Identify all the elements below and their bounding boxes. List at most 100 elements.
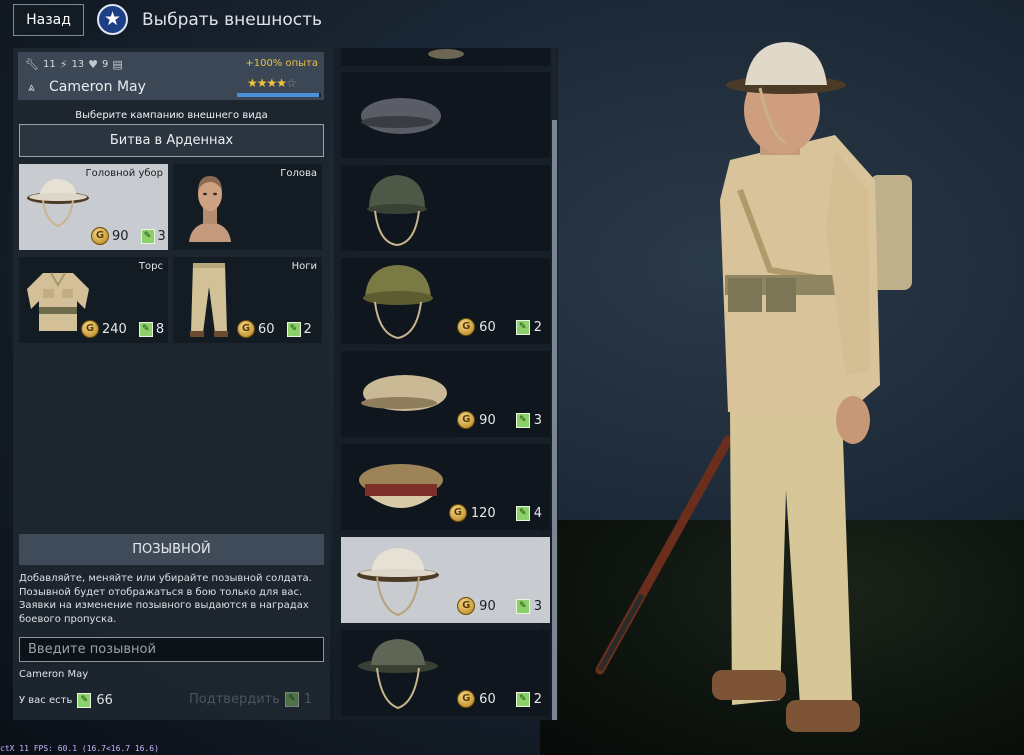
fps-counter: ctX 11 FPS: 60.1 (16.7<16.7 16.6) bbox=[0, 744, 159, 753]
ticket-icon: ✎ bbox=[515, 319, 530, 335]
star-icon: ★ bbox=[247, 76, 258, 90]
gold-price: 90 bbox=[479, 412, 496, 428]
ticket-icon: ✎ bbox=[138, 321, 153, 337]
ticket-price: 3 bbox=[533, 598, 542, 614]
slot-torso[interactable]: Торс G 240 ✎ 8 bbox=[19, 257, 168, 343]
balance-value: 66 bbox=[96, 693, 113, 708]
exp-bonus: +100% опыта bbox=[245, 58, 318, 69]
headgear-list: G 60 ✎ 2 G 90 ✎ 3 G 120 ✎ 4 G 90 ✎ 3 G 6… bbox=[334, 48, 558, 720]
list-item[interactable]: G 90 ✎ 3 bbox=[341, 537, 550, 623]
ticket-icon: ✎ bbox=[140, 228, 155, 244]
gold-coin-icon: G bbox=[448, 504, 467, 522]
callsign-header: ПОЗЫВНОЙ bbox=[19, 534, 324, 565]
gold-coin-icon: G bbox=[457, 690, 476, 708]
soldier-card[interactable]: 🔧︎ 11 ⚡︎ 13 ♥ 9 ▤ +100% опыта ⩓ Cameron … bbox=[18, 52, 324, 100]
ticket-price: 4 bbox=[533, 505, 542, 521]
ticket-icon: ✎ bbox=[515, 598, 530, 614]
head-icon bbox=[189, 176, 231, 242]
peaked-cap-icon bbox=[359, 464, 443, 508]
item-price: G 60 ✎ 2 bbox=[457, 690, 542, 708]
gold-coin-icon: G bbox=[237, 320, 255, 338]
star-icon: ★ bbox=[276, 76, 287, 90]
gold-coin-icon: G bbox=[457, 318, 476, 336]
ticket-price: 2 bbox=[303, 321, 312, 337]
list-item[interactable] bbox=[341, 48, 550, 66]
gold-price: 60 bbox=[479, 691, 496, 707]
balance-label: У вас есть bbox=[19, 695, 73, 706]
confirm-label: Подтвердить bbox=[189, 692, 280, 707]
gold-price: 240 bbox=[102, 321, 127, 337]
slot-label: Головной убор bbox=[85, 168, 163, 179]
beret-icon bbox=[361, 375, 447, 411]
gold-coin-icon: G bbox=[81, 320, 99, 338]
slot-price: G 240 ✎ 8 bbox=[81, 320, 164, 338]
wrench-icon: 🔧︎ bbox=[25, 58, 39, 71]
rating-progress-bar bbox=[237, 93, 321, 97]
list-item[interactable]: G 120 ✎ 4 bbox=[341, 444, 550, 530]
ticket-price: 8 bbox=[155, 321, 165, 337]
helmet-icon bbox=[357, 548, 439, 617]
list-item[interactable] bbox=[341, 165, 550, 251]
slot-headgear[interactable]: Головной убор G 90 ✎ 3 bbox=[19, 164, 168, 250]
ticket-icon: ✎ bbox=[77, 693, 92, 708]
slot-price: G 60 ✎ 2 bbox=[237, 320, 312, 338]
star-icon: ★ bbox=[266, 76, 278, 90]
stat-value: 9 bbox=[102, 59, 109, 70]
list-item[interactable]: G 90 ✎ 3 bbox=[341, 351, 550, 437]
gold-coin-icon: G bbox=[457, 411, 476, 429]
gold-price: 90 bbox=[479, 598, 496, 614]
item-price: G 120 ✎ 4 bbox=[448, 504, 542, 522]
ticket-price: 2 bbox=[533, 691, 542, 707]
scrollbar-thumb[interactable] bbox=[552, 120, 557, 720]
gold-coin-icon: G bbox=[457, 597, 476, 615]
page-title: Выбрать внешность bbox=[142, 10, 323, 30]
item-price: G 60 ✎ 2 bbox=[457, 318, 542, 336]
confirm-cost: 1 bbox=[303, 692, 313, 707]
slot-price: G 90 ✎ 3 bbox=[91, 227, 166, 245]
helmet-icon bbox=[27, 179, 89, 228]
item-price: G 90 ✎ 3 bbox=[457, 597, 542, 615]
list-item[interactable]: G 60 ✎ 2 bbox=[341, 630, 550, 716]
ticket-icon: ✎ bbox=[286, 321, 301, 337]
current-callsign: Cameron May bbox=[19, 669, 89, 680]
helmet-icon bbox=[363, 265, 433, 340]
callsign-input[interactable] bbox=[19, 637, 324, 662]
slot-legs[interactable]: Ноги G 60 ✎ 2 bbox=[173, 257, 322, 343]
ticket-icon: ✎ bbox=[515, 691, 530, 707]
helmet-icon bbox=[428, 49, 464, 59]
appearance-panel: 🔧︎ 11 ⚡︎ 13 ♥ 9 ▤ +100% опыта ⩓ Cameron … bbox=[13, 48, 330, 720]
soldier-stats: 🔧︎ 11 ⚡︎ 13 ♥ 9 ▤ bbox=[25, 58, 123, 71]
list-item[interactable] bbox=[341, 72, 550, 158]
slot-label: Голова bbox=[280, 168, 317, 179]
helmet-icon bbox=[367, 175, 427, 247]
trousers-icon bbox=[190, 263, 228, 337]
item-price: G 90 ✎ 3 bbox=[457, 411, 542, 429]
confirm-callsign-button[interactable]: Подтвердить ✎ 1 bbox=[189, 692, 312, 707]
ticket-icon: ✎ bbox=[515, 505, 530, 521]
list-scrollbar[interactable] bbox=[552, 48, 557, 720]
gold-price: 90 bbox=[112, 228, 129, 244]
rank-chevron-icon: ⩓ bbox=[28, 80, 35, 94]
ammo-icon: ▤ bbox=[112, 58, 123, 71]
ticket-icon: ✎ bbox=[515, 412, 530, 428]
campaign-selector[interactable]: Битва в Арденнах bbox=[19, 124, 324, 157]
helmet-icon bbox=[358, 639, 438, 710]
stat-value: 11 bbox=[42, 59, 56, 70]
slot-label: Ноги bbox=[291, 261, 317, 272]
gold-price: 120 bbox=[470, 505, 496, 521]
soldier-preview[interactable] bbox=[590, 40, 930, 755]
soldier-name: Cameron May bbox=[49, 79, 146, 95]
ticket-price: 3 bbox=[157, 228, 166, 244]
star-icon: ★ bbox=[256, 76, 268, 90]
stat-value: 13 bbox=[71, 59, 85, 70]
boot-icon: ⚡︎ bbox=[59, 58, 68, 71]
back-button[interactable]: Назад bbox=[13, 4, 84, 36]
callsign-description: Добавляйте, меняйте или убирайте позывно… bbox=[19, 573, 312, 625]
gold-coin-icon: G bbox=[91, 227, 109, 245]
slot-head[interactable]: Голова bbox=[173, 164, 322, 250]
beret-icon bbox=[361, 98, 441, 134]
list-item[interactable]: G 60 ✎ 2 bbox=[341, 258, 550, 344]
army-star-icon: ★ bbox=[97, 4, 128, 35]
gold-price: 60 bbox=[258, 321, 275, 337]
gold-price: 60 bbox=[479, 319, 496, 335]
